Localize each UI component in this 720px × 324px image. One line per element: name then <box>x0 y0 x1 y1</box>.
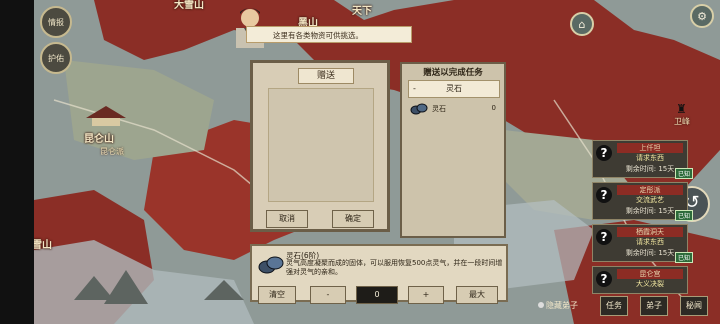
task-item-count: 0 <box>491 104 496 112</box>
quantity-value[interactable]: 0 <box>356 286 398 304</box>
map-sublabel-kunlunpai: 昆仑派 <box>100 147 124 156</box>
quest-title: 上仟坦 <box>617 143 683 153</box>
blessing-label: 护佑 <box>48 53 64 63</box>
map-marker-icon[interactable]: ⌂ <box>570 12 594 36</box>
quest-time: 剩余时间: 15天 <box>625 249 675 257</box>
unknown-icon: ? <box>596 187 612 203</box>
quest-item[interactable]: ? 定彤派 交流武艺 剩余时间: 15天 已知 <box>592 182 693 221</box>
quest-item[interactable]: ? 上仟坦 请求东西 剩余时间: 15天 已知 <box>592 140 693 179</box>
unknown-icon: ? <box>596 229 612 245</box>
quest-tag: 已知 <box>674 252 693 263</box>
tasks-button[interactable]: 任务 <box>600 296 628 316</box>
device-bezel <box>0 0 34 324</box>
task-title: 赠送以完成任务 <box>423 68 483 78</box>
confirm-button[interactable]: 确定 <box>332 210 374 228</box>
spirit-stone-icon <box>258 256 284 274</box>
disciples-button[interactable]: 弟子 <box>640 296 668 316</box>
spirit-stone-icon <box>410 103 428 115</box>
max-button[interactable]: 最大 <box>456 286 498 304</box>
quest-title: 定彤派 <box>617 185 683 195</box>
secrets-button[interactable]: 秘闻 <box>680 296 708 316</box>
item-description: 灵气高度凝聚而成的固体，可以服用恢复500点灵气，并在一段时间增强对灵气的亲和。 <box>286 259 503 276</box>
npc-speech: 这里有各类物资可供挑选。 <box>246 26 412 43</box>
map-label-xueshan[interactable]: 雪山 <box>34 236 52 251</box>
cancel-button[interactable]: 取消 <box>266 210 308 228</box>
quest-subtitle: 请求东西 <box>636 238 664 246</box>
unknown-icon: ? <box>596 271 612 287</box>
quest-time: 剩余时间: 15天 <box>625 165 675 173</box>
quest-item[interactable]: ? 昆仑宫 大义决裂 <box>592 266 688 294</box>
task-select-value: 灵石 <box>446 84 462 93</box>
toggle-dot-icon <box>538 302 544 308</box>
hide-disciples-label: 隐藏弟子 <box>546 301 578 310</box>
quest-tag: 已知 <box>674 168 693 179</box>
task-item-name: 灵石 <box>432 105 446 113</box>
task-item-row[interactable]: 灵石 0 <box>408 100 498 120</box>
quest-time: 剩余时间: 15天 <box>625 207 675 215</box>
quest-tag: 已知 <box>674 210 693 221</box>
plus-button[interactable]: + <box>408 286 444 304</box>
quest-subtitle: 交流武艺 <box>636 196 664 204</box>
intel-label: 情报 <box>48 17 64 27</box>
settings-icon[interactable]: ⚙ <box>690 4 714 28</box>
task-select[interactable]: - 灵石 <box>408 80 500 98</box>
task-panel: 赠送以完成任务 - 灵石 灵石 0 <box>400 62 506 238</box>
quest-subtitle: 请求东西 <box>636 154 664 162</box>
map-label-kunlunshan[interactable]: 昆仑山 <box>84 130 114 145</box>
map-label-daxueshan[interactable]: 大雪山 <box>174 0 204 11</box>
gift-slot-area[interactable] <box>268 88 374 202</box>
map-sublabel-weifeng: 卫峰 <box>674 117 690 126</box>
unknown-icon: ? <box>596 145 612 161</box>
clear-button[interactable]: 清空 <box>258 286 296 304</box>
map-label-tianxia: 天下 <box>352 6 372 17</box>
quest-subtitle: 大义决裂 <box>636 280 664 288</box>
hide-disciples-toggle[interactable]: 隐藏弟子 <box>538 300 578 311</box>
intel-button[interactable]: 情报 <box>40 6 72 38</box>
minus-button[interactable]: - <box>310 286 346 304</box>
gift-title: 赠送 <box>298 68 354 84</box>
blessing-button[interactable]: 护佑 <box>40 42 72 74</box>
quest-title: 昆仑宫 <box>617 269 683 279</box>
hat-icon[interactable]: ♜ <box>676 102 690 116</box>
quest-title: 栖霞洞天 <box>617 227 683 237</box>
quest-item[interactable]: ? 栖霞洞天 请求东西 剩余时间: 15天 已知 <box>592 224 693 263</box>
